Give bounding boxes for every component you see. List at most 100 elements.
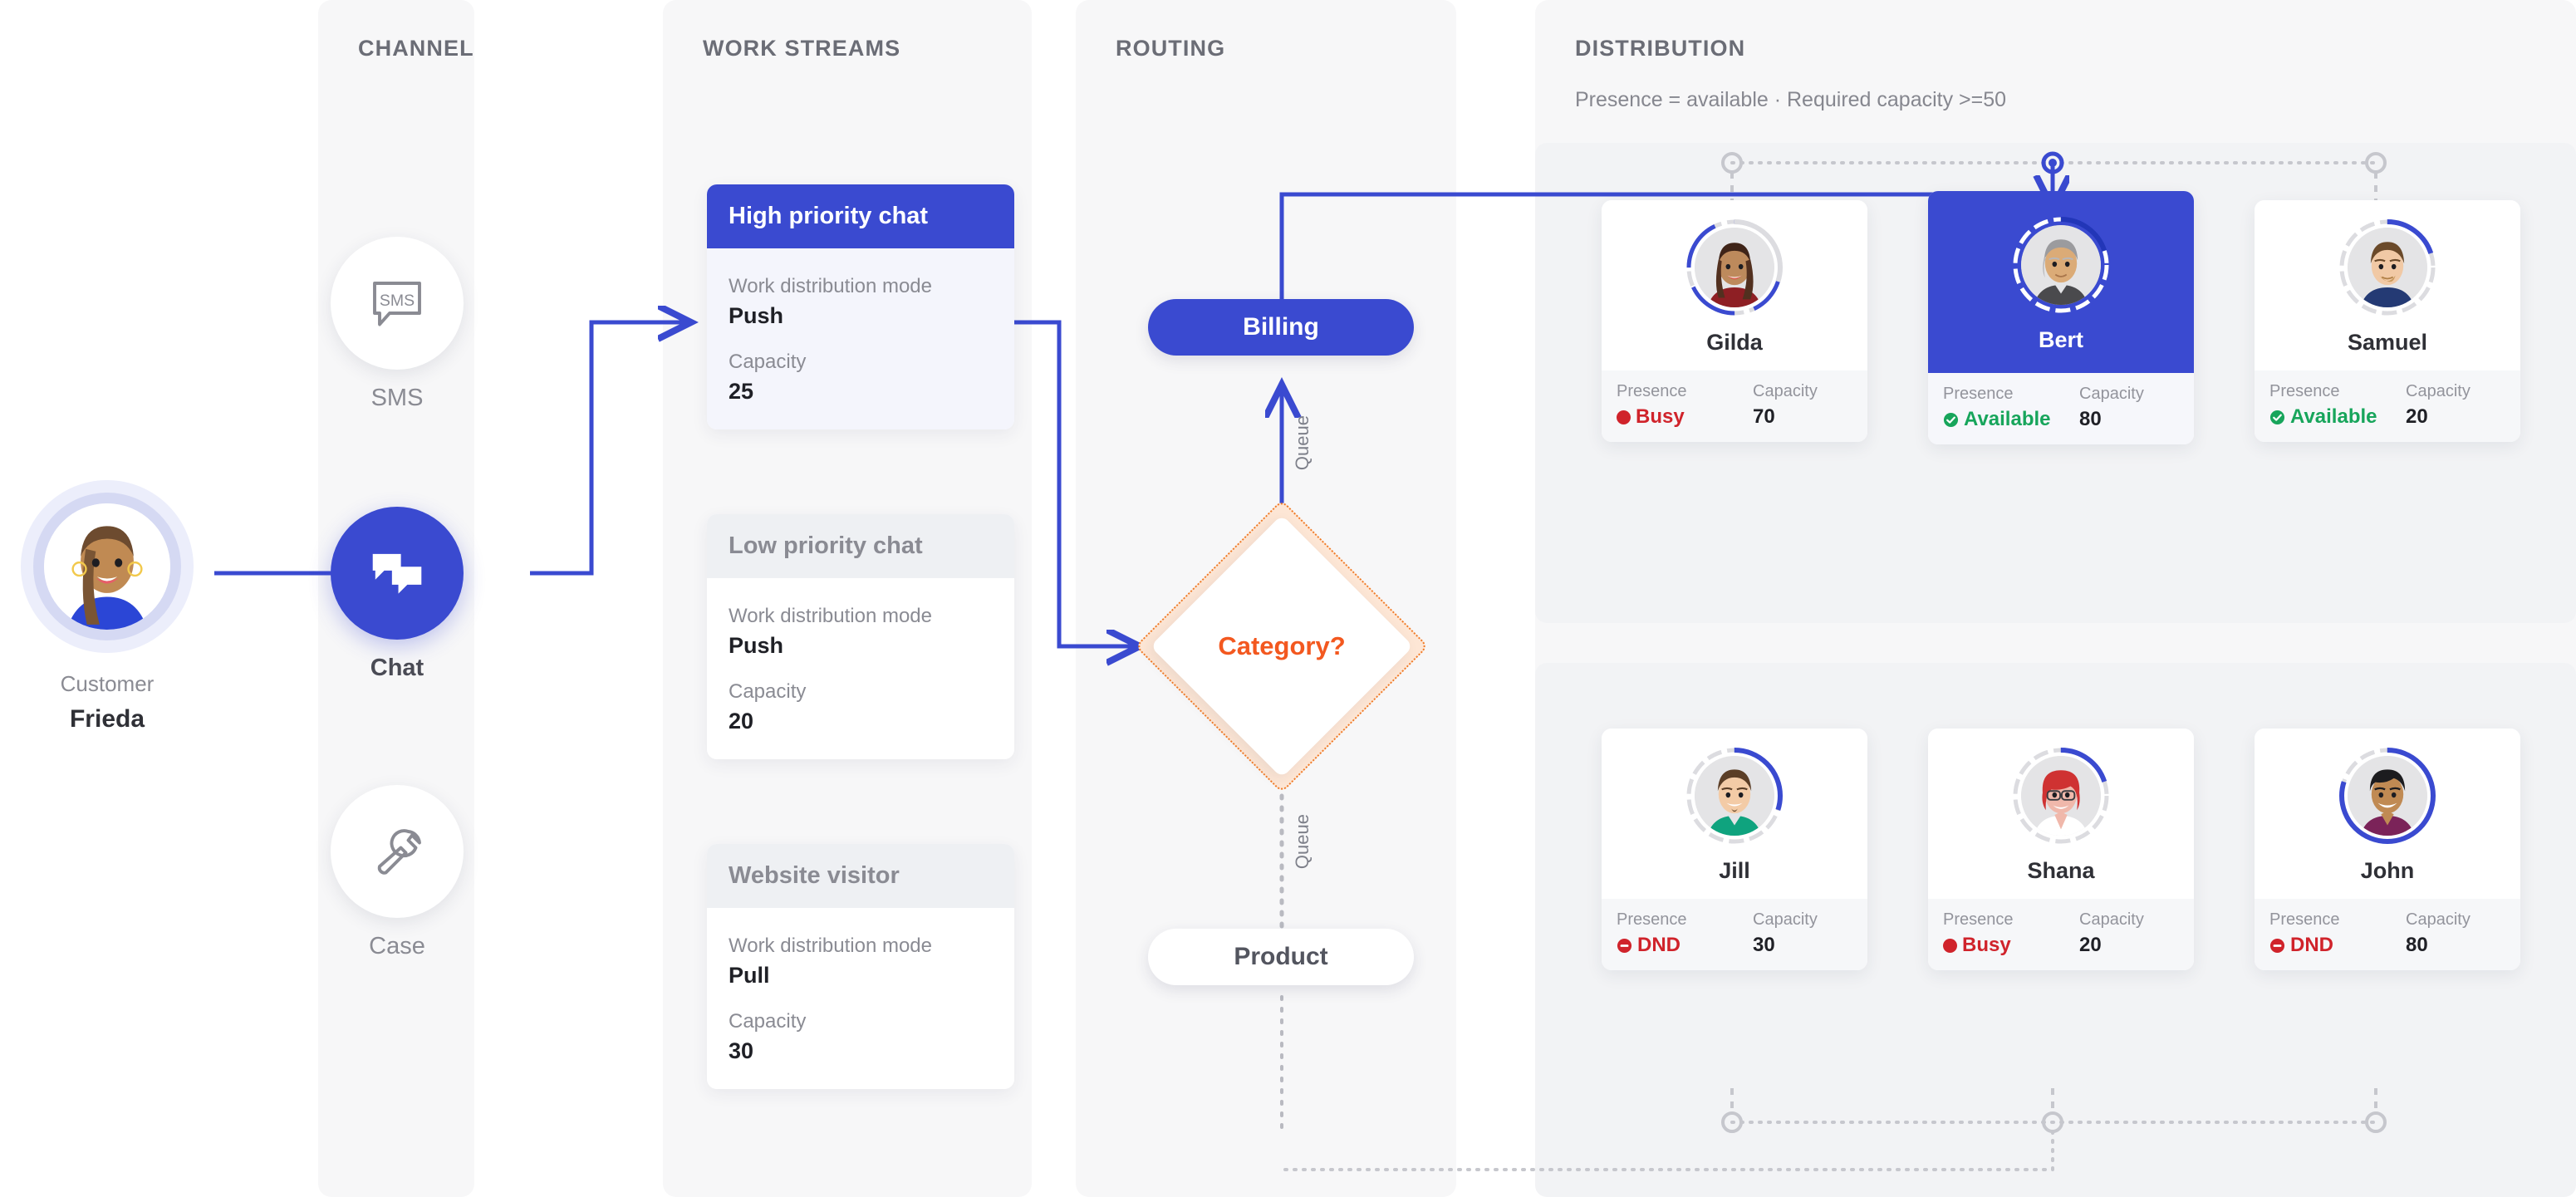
routing-node-product[interactable]: Product: [1148, 929, 1414, 985]
presence-label: Presence: [2269, 910, 2340, 929]
agent-avatar: [2348, 756, 2427, 836]
customer-node[interactable]: Customer Frieda: [0, 480, 214, 733]
presence-value: DND: [2269, 934, 2340, 957]
presence-value: Available: [2269, 405, 2377, 429]
agent-card-shana[interactable]: Shana Presence Busy Capacity 20: [1928, 729, 2194, 970]
agent-card-john[interactable]: John Presence DND Capacity 80: [2255, 729, 2520, 970]
capacity-ring: [2012, 216, 2110, 314]
channel-label-sms: SMS: [370, 385, 424, 411]
dnd-icon: [1617, 938, 1632, 953]
queue-label-product: Queue: [1292, 814, 1313, 870]
agent-name: John: [2360, 858, 2415, 883]
mode-value: Push: [729, 633, 784, 658]
panel-title-distribution: DISTRIBUTION: [1575, 36, 1746, 61]
sms-icon: SMS: [373, 282, 421, 326]
capacity-value: 70: [1753, 405, 1775, 428]
wrench-icon: [377, 829, 421, 875]
capacity-ring: [2338, 218, 2436, 316]
work-stream-card-high-priority-chat[interactable]: High priority chat Work distribution mod…: [707, 184, 1014, 429]
presence-label: Presence: [1943, 385, 2014, 403]
capacity-label: Capacity: [1753, 910, 1818, 929]
svg-text:SMS: SMS: [380, 292, 415, 310]
agent-card-header: Shana: [1928, 729, 2194, 899]
capacity-label: Capacity: [2079, 385, 2144, 403]
capacity-value: 20: [729, 709, 754, 733]
agent-name: Gilda: [1706, 330, 1763, 355]
work-stream-body: Work distribution mode Push Capacity 25: [707, 248, 1014, 429]
agent-name: Shana: [2027, 858, 2095, 883]
capacity-ring: [2012, 747, 2110, 845]
work-stream-card-low-priority-chat[interactable]: Low priority chat Work distribution mode…: [707, 514, 1014, 759]
agent-card-footer: Presence Busy Capacity 20: [1928, 899, 2194, 970]
capacity-value: 80: [2079, 408, 2102, 430]
distribution-filter-text: Presence = available · Required capacity…: [1575, 88, 2007, 111]
customer-role-label: Customer: [60, 671, 155, 696]
agent-avatar: [2021, 756, 2101, 836]
agent-card-bert[interactable]: Bert Presence Available Capacity 80: [1928, 191, 2194, 444]
agent-card-jill[interactable]: Jill Presence DND Capacity 30: [1602, 729, 1867, 970]
agent-card-samuel[interactable]: Samuel Presence Available Capacity 20: [2255, 200, 2520, 442]
agent-card-footer: Presence Busy Capacity 70: [1602, 370, 1867, 442]
agent-card-header: Samuel: [2255, 200, 2520, 370]
check-circle-icon: [1943, 412, 1959, 427]
channel-item-sms[interactable]: SMS SMS: [314, 237, 480, 412]
agent-name: Samuel: [2347, 330, 2428, 355]
busy-icon: [1943, 938, 1957, 953]
busy-icon: [1617, 410, 1631, 424]
channel-item-chat[interactable]: Chat: [314, 507, 480, 682]
panel-title-work-streams: WORK STREAMS: [703, 36, 901, 61]
agent-card-header: Gilda: [1602, 200, 1867, 370]
chat-bubble: [331, 507, 464, 640]
agent-avatar: [1695, 756, 1774, 836]
agent-avatar: [2348, 228, 2427, 307]
capacity-label: Capacity: [2406, 382, 2471, 400]
presence-label: Presence: [1617, 382, 1687, 400]
agent-card-footer: Presence DND Capacity 80: [2255, 899, 2520, 970]
routing-decision-category[interactable]: Category?: [1135, 499, 1429, 793]
agent-card-header: Jill: [1602, 729, 1867, 899]
presence-value: Busy: [1617, 405, 1687, 429]
chat-icon: [372, 553, 422, 594]
capacity-label: Capacity: [729, 680, 807, 703]
mode-label: Work distribution mode: [729, 605, 932, 627]
capacity-ring: [1685, 747, 1784, 845]
work-stream-body: Work distribution mode Pull Capacity 30: [707, 908, 1014, 1089]
customer-name: Frieda: [69, 705, 145, 733]
customer-avatar: [44, 503, 170, 630]
routing-node-billing[interactable]: Billing: [1148, 299, 1414, 356]
agent-card-footer: Presence Available Capacity 20: [2255, 370, 2520, 442]
work-stream-title: High priority chat: [707, 184, 1014, 248]
dnd-icon: [2269, 938, 2285, 953]
channel-label-chat: Chat: [370, 655, 424, 681]
channel-item-case[interactable]: Case: [314, 785, 480, 960]
channel-label-case: Case: [369, 933, 425, 959]
agent-card-footer: Presence DND Capacity 30: [1602, 899, 1867, 970]
check-circle-icon: [2269, 410, 2285, 424]
presence-label: Presence: [1617, 910, 1687, 929]
capacity-ring: [2338, 747, 2436, 845]
capacity-value: 30: [729, 1038, 754, 1063]
presence-value: DND: [1617, 934, 1687, 957]
work-stream-title: Website visitor: [707, 844, 1014, 908]
agent-name: Jill: [1719, 858, 1750, 883]
capacity-label: Capacity: [1753, 382, 1818, 400]
agent-avatar: [1695, 228, 1774, 307]
customer-avatar-rings: [21, 480, 194, 653]
capacity-label: Capacity: [2079, 910, 2144, 929]
capacity-value: 25: [729, 379, 754, 404]
flow-diagram-canvas: CHANNEL WORK STREAMS ROUTING DISTRIBUTIO…: [0, 0, 2576, 1202]
agent-card-footer: Presence Available Capacity 80: [1928, 373, 2194, 444]
capacity-ring: [1685, 218, 1784, 316]
work-stream-title: Low priority chat: [707, 514, 1014, 578]
agent-name: Bert: [2038, 327, 2083, 352]
work-stream-body: Work distribution mode Push Capacity 20: [707, 578, 1014, 759]
agent-avatar: [2021, 225, 2101, 305]
agent-card-header: Bert: [1928, 191, 2194, 373]
mode-label: Work distribution mode: [729, 275, 932, 297]
agent-card-header: John: [2255, 729, 2520, 899]
agent-card-gilda[interactable]: Gilda Presence Busy Capacity 70: [1602, 200, 1867, 442]
work-stream-card-website-visitor[interactable]: Website visitor Work distribution mode P…: [707, 844, 1014, 1089]
decision-label: Category?: [1218, 631, 1346, 660]
capacity-value: 30: [1753, 934, 1775, 956]
capacity-label: Capacity: [729, 351, 807, 373]
